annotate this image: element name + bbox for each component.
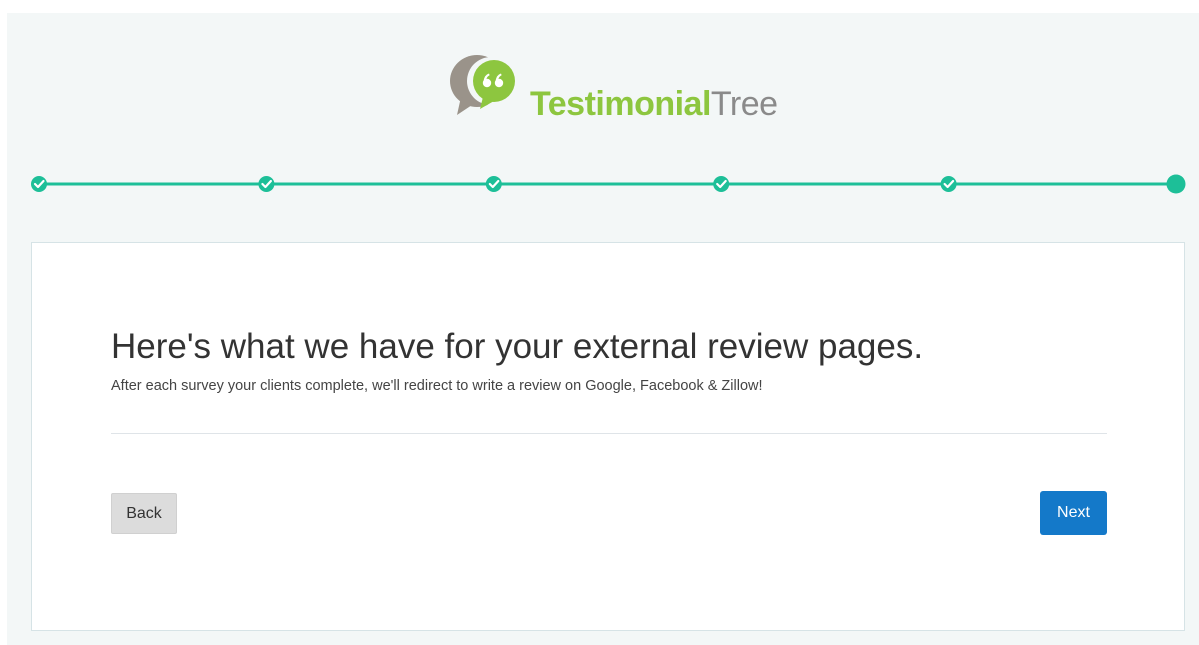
progress-stepper-graphic xyxy=(31,174,1186,194)
logo-text-testimonial: Testimonial xyxy=(530,85,711,123)
divider xyxy=(111,433,1107,434)
logo-wordmark: TestimonialTree xyxy=(530,87,778,121)
next-button[interactable]: Next xyxy=(1040,491,1107,535)
content-card: Here's what we have for your external re… xyxy=(31,242,1185,631)
progress-stepper xyxy=(7,173,1199,197)
progress-step-5 xyxy=(940,176,957,192)
quote-bubble-logo-icon xyxy=(450,55,515,115)
progress-step-4 xyxy=(713,176,730,192)
page-subtitle: After each survey your clients complete,… xyxy=(111,378,763,394)
onboarding-page: TestimonialTree Here's what we have for … xyxy=(7,13,1199,645)
page-title: Here's what we have for your external re… xyxy=(111,327,924,366)
logo-text-tree: Tree xyxy=(710,85,778,123)
progress-step-3 xyxy=(485,176,502,192)
progress-step-2 xyxy=(258,176,275,192)
back-button[interactable]: Back xyxy=(111,493,177,534)
progress-step-1 xyxy=(31,176,47,192)
testimonial-tree-logo: TestimonialTree xyxy=(447,51,797,141)
progress-step-6 xyxy=(1166,174,1186,194)
